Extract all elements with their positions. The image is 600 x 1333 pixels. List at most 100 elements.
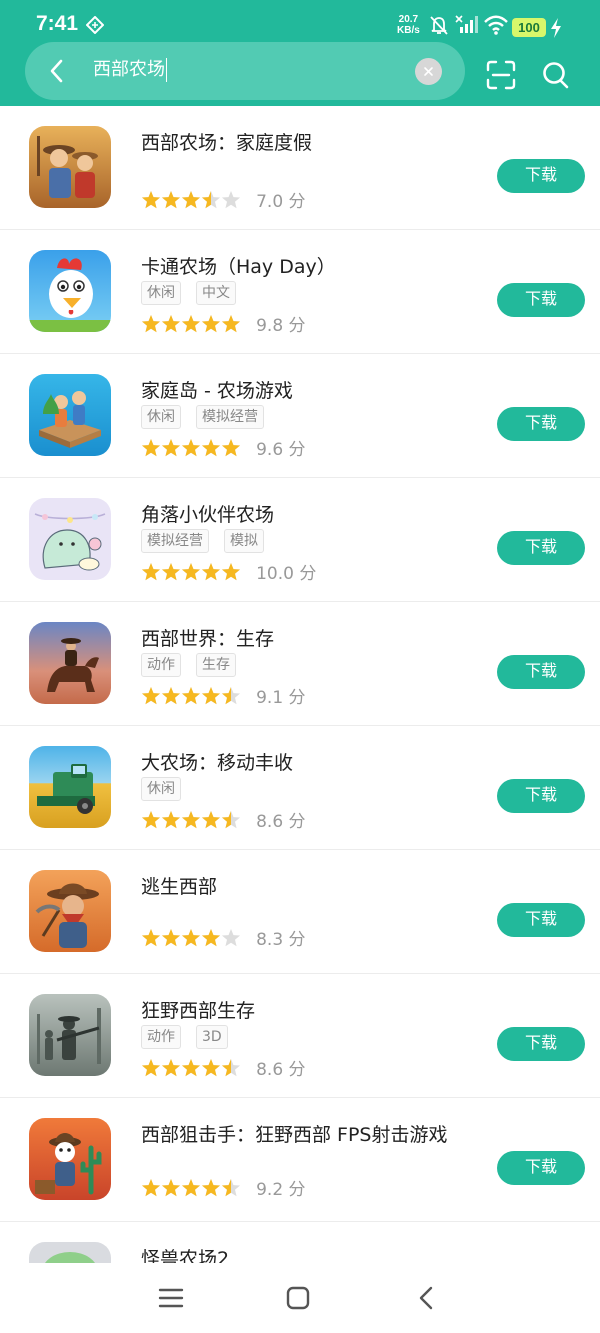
home-square-icon[interactable]	[283, 1283, 313, 1313]
download-button[interactable]: 下载	[497, 1151, 585, 1185]
app-icon-big-farm-mobile-harvest[interactable]	[29, 746, 111, 828]
star-filled-icon	[161, 438, 181, 456]
signal-off-icon	[455, 15, 478, 33]
app-icon-hay-day[interactable]	[29, 250, 111, 332]
app-title[interactable]: 西部狙击手：狂野西部 FPS射击游戏	[141, 1120, 448, 1147]
star-rating	[141, 928, 241, 946]
app-tag[interactable]: 生存	[196, 653, 236, 677]
app-score: 9.8 分	[256, 316, 306, 336]
app-tag[interactable]: 模拟经营	[196, 405, 264, 429]
list-item[interactable]: 西部农场：家庭度假 7.0 分 下载	[0, 106, 600, 230]
star-empty-icon	[221, 928, 241, 946]
download-button[interactable]: 下载	[497, 1027, 585, 1061]
list-item[interactable]: 西部狙击手：狂野西部 FPS射击游戏 9.2 分 下载	[0, 1098, 600, 1222]
list-item[interactable]: 逃生西部 8.3 分 下载	[0, 850, 600, 974]
download-button[interactable]: 下载	[497, 283, 585, 317]
app-title[interactable]: 西部农场：家庭度假	[141, 128, 312, 155]
status-bar: 7:41 20.7 KB/s 100	[0, 0, 600, 46]
app-tag[interactable]: 3D	[196, 1025, 228, 1049]
app-icon-sumikko-farm[interactable]	[29, 498, 111, 580]
app-icon-western-sniper[interactable]	[29, 1118, 111, 1200]
app-tag[interactable]: 动作	[141, 1025, 181, 1049]
app-tag[interactable]: 休闲	[141, 405, 181, 429]
star-filled-icon	[141, 438, 161, 456]
app-title[interactable]: 逃生西部	[141, 872, 217, 899]
app-title[interactable]: 西部世界：生存	[141, 624, 274, 651]
app-title[interactable]: 大农场：移动丰收	[141, 748, 293, 775]
app-score: 9.1 分	[256, 688, 306, 708]
star-filled-icon	[201, 810, 221, 828]
list-item[interactable]: 家庭岛 - 农场游戏 休闲 模拟经营 9.6 分 下载	[0, 354, 600, 478]
app-title[interactable]: 角落小伙伴农场	[141, 500, 274, 527]
app-title[interactable]: 怪兽农场2	[141, 1244, 229, 1263]
top-header: 7:41 20.7 KB/s 100 西部农场	[0, 0, 600, 106]
vpn-diamond-icon	[86, 16, 104, 34]
star-filled-icon	[221, 562, 241, 580]
star-rating	[141, 562, 241, 580]
scan-icon[interactable]	[486, 60, 516, 90]
list-item[interactable]: 西部世界：生存 动作 生存 9.1 分 下载	[0, 602, 600, 726]
star-filled-icon	[141, 190, 161, 208]
download-button[interactable]: 下载	[497, 903, 585, 937]
download-button[interactable]: 下载	[497, 159, 585, 193]
app-icon-family-island[interactable]	[29, 374, 111, 456]
list-item[interactable]: 狂野西部生存 动作 3D 8.6 分 下载	[0, 974, 600, 1098]
star-rating	[141, 190, 241, 208]
app-rating: 7.0 分	[141, 187, 306, 212]
app-tag[interactable]: 模拟经营	[141, 529, 209, 553]
list-item[interactable]: 卡通农场（Hay Day） 休闲 中文 9.8 分 下载	[0, 230, 600, 354]
app-icon-monster-farm-2[interactable]	[29, 1242, 111, 1263]
close-circle-icon[interactable]	[415, 58, 442, 85]
list-item[interactable]: 角落小伙伴农场 模拟经营 模拟 10.0 分 下载	[0, 478, 600, 602]
app-tag[interactable]: 休闲	[141, 777, 181, 801]
star-rating	[141, 314, 241, 332]
download-button[interactable]: 下载	[497, 531, 585, 565]
chevron-left-icon[interactable]	[45, 58, 71, 84]
app-title[interactable]: 卡通农场（Hay Day）	[141, 252, 336, 279]
star-filled-icon	[141, 928, 161, 946]
star-rating	[141, 438, 241, 456]
app-rating: 9.2 分	[141, 1175, 306, 1200]
app-rating: 9.6 分	[141, 435, 306, 460]
star-filled-icon	[141, 686, 161, 704]
app-tags: 休闲 中文	[141, 281, 251, 305]
app-tag[interactable]: 中文	[196, 281, 236, 305]
app-tag[interactable]: 动作	[141, 653, 181, 677]
app-icon-westland-survival-wild[interactable]	[29, 994, 111, 1076]
star-rating	[141, 1178, 241, 1196]
star-filled-icon	[181, 1058, 201, 1076]
app-title[interactable]: 狂野西部生存	[141, 996, 255, 1023]
search-input[interactable]: 西部农场	[93, 58, 167, 82]
app-rating: 8.6 分	[141, 807, 306, 832]
star-filled-icon	[181, 686, 201, 704]
app-tag[interactable]: 休闲	[141, 281, 181, 305]
star-filled-icon	[201, 1178, 221, 1196]
back-triangle-icon[interactable]	[412, 1283, 442, 1313]
search-bar[interactable]: 西部农场	[25, 42, 465, 100]
menu-icon[interactable]	[156, 1283, 186, 1313]
app-tags: 模拟经营 模拟	[141, 529, 279, 553]
app-rating: 9.1 分	[141, 683, 306, 708]
search-icon[interactable]	[542, 60, 570, 90]
download-button[interactable]: 下载	[497, 779, 585, 813]
star-filled-icon	[181, 1178, 201, 1196]
list-item[interactable]: 大农场：移动丰收 休闲 8.6 分 下载	[0, 726, 600, 850]
system-nav-bar	[0, 1263, 600, 1333]
list-item[interactable]: 怪兽农场2	[0, 1222, 600, 1263]
star-filled-icon	[181, 928, 201, 946]
star-filled-icon	[201, 314, 221, 332]
app-icon-escape-west[interactable]	[29, 870, 111, 952]
app-icon-west-farm[interactable]	[29, 126, 111, 208]
star-filled-icon	[141, 1178, 161, 1196]
app-title[interactable]: 家庭岛 - 农场游戏	[141, 376, 293, 403]
app-rating: 9.8 分	[141, 311, 306, 336]
star-filled-icon	[141, 562, 161, 580]
star-filled-icon	[201, 438, 221, 456]
app-icon-westland-survival[interactable]	[29, 622, 111, 704]
search-results-list[interactable]: 西部农场：家庭度假 7.0 分 下载 卡通农场（Hay Day） 休闲 中文 9…	[0, 106, 600, 1263]
app-tag[interactable]: 模拟	[224, 529, 264, 553]
star-filled-icon	[181, 314, 201, 332]
download-button[interactable]: 下载	[497, 655, 585, 689]
download-button[interactable]: 下载	[497, 407, 585, 441]
charging-bolt-icon	[551, 18, 561, 38]
